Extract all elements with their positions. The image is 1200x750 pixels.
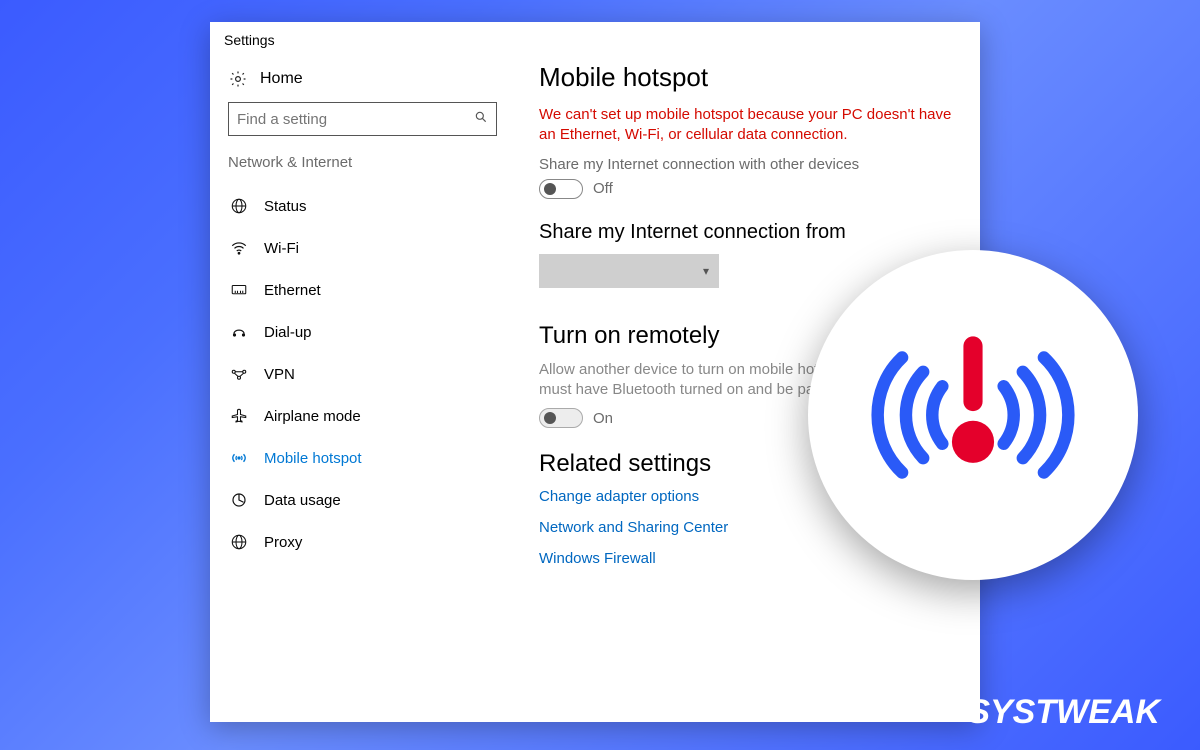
share-from-dropdown[interactable]: ▾ [539, 254, 719, 288]
share-from-label: Share my Internet connection from [539, 221, 956, 244]
airplane-icon [228, 407, 250, 425]
page-title: Mobile hotspot [539, 62, 956, 93]
share-toggle[interactable] [539, 179, 583, 199]
share-toggle-state: Off [593, 180, 613, 197]
sidebar-item-mobile-hotspot[interactable]: Mobile hotspot [228, 437, 497, 479]
sidebar-item-dialup[interactable]: Dial-up [228, 311, 497, 353]
hotspot-error-icon [858, 315, 1088, 515]
nav-label: Airplane mode [264, 408, 361, 425]
sidebar-item-wifi[interactable]: Wi-Fi [228, 227, 497, 269]
sidebar-item-airplane[interactable]: Airplane mode [228, 395, 497, 437]
data-usage-icon [228, 491, 250, 509]
sidebar-item-proxy[interactable]: Proxy [228, 521, 497, 563]
brand-watermark: SYSTWEAK [967, 693, 1160, 732]
sidebar-category: Network & Internet [228, 154, 497, 171]
sidebar-item-data-usage[interactable]: Data usage [228, 479, 497, 521]
search-icon [474, 110, 488, 129]
nav-label: Ethernet [264, 282, 321, 299]
hotspot-icon [228, 449, 250, 467]
nav-label: Dial-up [264, 324, 312, 341]
sidebar-item-status[interactable]: Status [228, 185, 497, 227]
search-box[interactable] [228, 102, 497, 136]
nav-label: Wi-Fi [264, 240, 299, 257]
nav-label: Data usage [264, 492, 341, 509]
hotspot-error-badge [808, 250, 1138, 580]
remote-toggle[interactable] [539, 408, 583, 428]
chevron-down-icon: ▾ [703, 264, 709, 278]
window-title: Settings [210, 22, 980, 52]
nav-label: Mobile hotspot [264, 450, 362, 467]
sidebar-item-ethernet[interactable]: Ethernet [228, 269, 497, 311]
search-input[interactable] [237, 111, 474, 128]
gear-icon [228, 70, 248, 88]
share-toggle-row: Off [539, 179, 956, 199]
nav-label: Status [264, 198, 307, 215]
sidebar-item-vpn[interactable]: VPN [228, 353, 497, 395]
remote-toggle-state: On [593, 410, 613, 427]
sidebar-home-label: Home [260, 70, 303, 88]
vpn-icon [228, 365, 250, 383]
nav-label: Proxy [264, 534, 302, 551]
sidebar: Home Network & Internet Status Wi-Fi [210, 52, 515, 718]
wifi-icon [228, 239, 250, 257]
dialup-icon [228, 323, 250, 341]
error-message: We can't set up mobile hotspot because y… [539, 105, 956, 146]
ethernet-icon [228, 281, 250, 299]
nav-label: VPN [264, 366, 295, 383]
globe-icon [228, 197, 250, 215]
sidebar-home[interactable]: Home [228, 62, 497, 102]
share-label: Share my Internet connection with other … [539, 156, 956, 173]
proxy-icon [228, 533, 250, 551]
